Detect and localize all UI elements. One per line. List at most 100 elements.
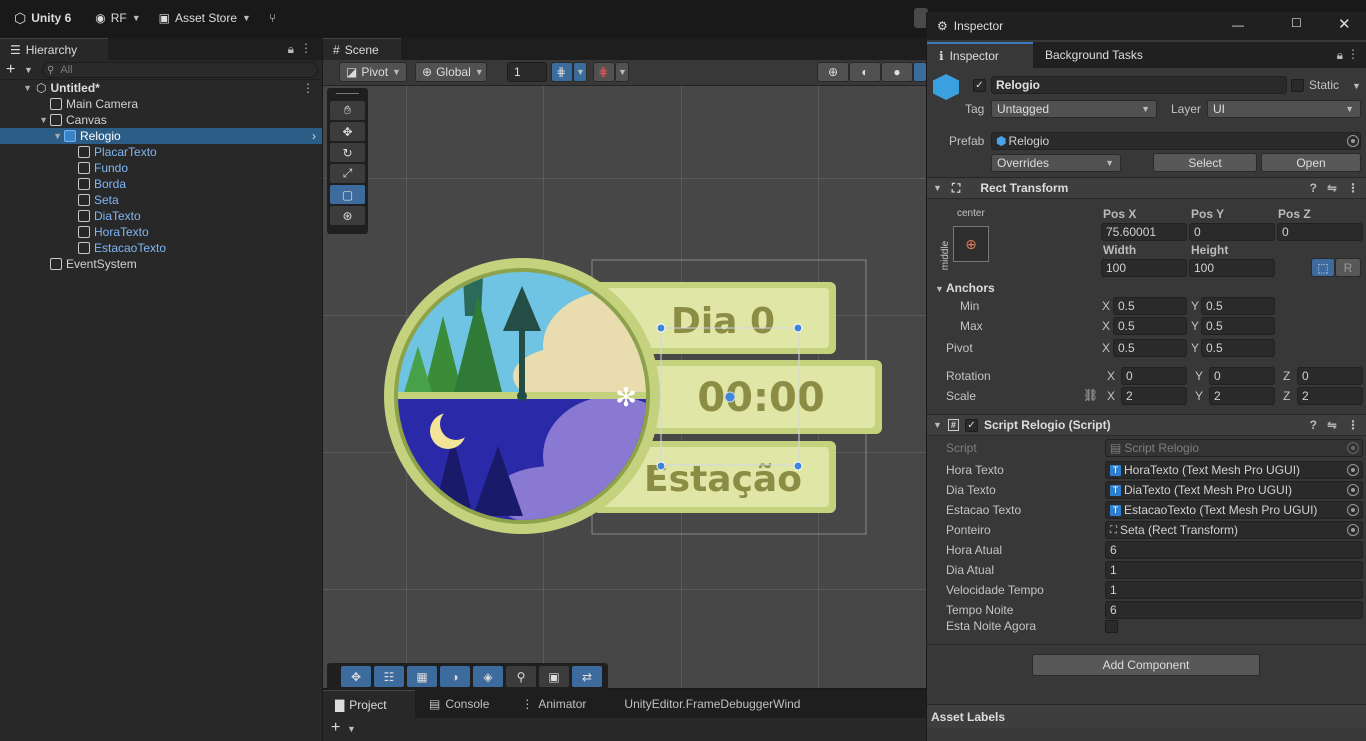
grid-snap-button[interactable]: ⋕ xyxy=(551,62,573,82)
height-field[interactable]: 100 xyxy=(1189,259,1275,277)
hierarchy-item[interactable]: Main Camera xyxy=(0,96,322,112)
gizmo-handle[interactable] xyxy=(793,323,803,333)
hierarchy-item[interactable]: HoraTexto xyxy=(0,224,322,240)
anchor-presets-button[interactable]: ⊕ xyxy=(953,226,989,262)
blueprint-mode-button[interactable]: ⬚ xyxy=(1311,258,1335,277)
maximize-icon[interactable]: ☐ xyxy=(1291,16,1302,30)
more-icon[interactable]: ⋮ xyxy=(302,81,314,95)
hand-tool-button[interactable]: ✋︎ xyxy=(330,101,365,120)
hierarchy-item[interactable]: ▼ Relogio › xyxy=(0,128,322,144)
search-overlay-button[interactable]: ⚲ xyxy=(506,666,536,687)
version-control-button[interactable]: ⑂ xyxy=(263,6,282,30)
help-icon[interactable]: ? xyxy=(1310,418,1317,432)
clock-graphic[interactable]: Dia 0 00:00 Estação ✻ xyxy=(323,86,926,688)
lock-icon[interactable]: 🔒︎ xyxy=(1337,48,1343,63)
object-name-field[interactable]: Relogio xyxy=(991,76,1287,94)
prefab-field[interactable]: ⬢ Relogio xyxy=(991,132,1361,150)
tab-project[interactable]: ▇ Project xyxy=(323,690,415,718)
field-value[interactable]: ⛶ Seta (Rect Transform) xyxy=(1105,521,1363,539)
field-value[interactable]: T DiaTexto (Text Mesh Pro UGUI) xyxy=(1105,481,1363,499)
hierarchy-item[interactable]: ▼ Canvas xyxy=(0,112,322,128)
add-icon[interactable]: + xyxy=(6,61,15,79)
rotation-y-field[interactable]: 0 xyxy=(1209,367,1275,385)
object-picker-icon[interactable] xyxy=(1347,484,1359,496)
layout-overlay-button[interactable]: ☷ xyxy=(374,666,404,687)
expand-triangle-icon[interactable]: ▼ xyxy=(935,284,944,294)
anchor-icon[interactable]: ✻ xyxy=(615,382,637,412)
tag-dropdown[interactable]: Untagged ▼ xyxy=(991,100,1157,118)
open-prefab-arrow-icon[interactable]: › xyxy=(312,129,316,143)
shading-mode-button[interactable]: ◐ xyxy=(849,62,881,82)
expand-triangle-icon[interactable]: ▼ xyxy=(0,115,50,125)
grid-size-field[interactable]: 1 xyxy=(507,62,547,82)
tab-animator[interactable]: ⋮ Animator xyxy=(499,690,597,718)
tab-inspector[interactable]: ℹ Inspector xyxy=(927,42,1033,68)
unity-menu[interactable]: ⬡ Unity 6 xyxy=(8,6,77,30)
link-icon[interactable]: ⛓ xyxy=(1083,388,1098,402)
hierarchy-item[interactable]: DiaTexto xyxy=(0,208,322,224)
tab-frame-debugger[interactable]: UnityEditor.FrameDebuggerWind xyxy=(596,690,811,718)
drag-handle-icon[interactable] xyxy=(336,93,359,99)
overrides-dropdown[interactable]: Overrides ▼ xyxy=(991,154,1121,172)
expand-triangle-icon[interactable]: ▼ xyxy=(0,83,36,93)
expand-triangle-icon[interactable]: ▼ xyxy=(933,183,942,193)
pos-y-field[interactable]: 0 xyxy=(1189,223,1275,241)
hierarchy-item[interactable]: PlacarTexto xyxy=(0,144,322,160)
asset-store-dropdown[interactable]: ▣ Asset Store ▼ xyxy=(153,6,257,30)
active-checkbox[interactable]: ✓ xyxy=(973,79,986,92)
scene-row[interactable]: ▼ ⬡ Untitled* ⋮ xyxy=(0,80,322,96)
close-icon[interactable]: ✕ xyxy=(1338,15,1351,33)
select-button[interactable]: Select xyxy=(1153,153,1257,172)
add-component-button[interactable]: Add Component xyxy=(1032,654,1260,676)
object-picker-icon[interactable] xyxy=(1347,135,1359,147)
gizmo-handle[interactable] xyxy=(793,461,803,471)
chevron-down-icon[interactable]: ▼ xyxy=(24,65,33,75)
anchor-max-x-field[interactable]: 0.5 xyxy=(1113,317,1187,335)
rotation-x-field[interactable]: 0 xyxy=(1121,367,1187,385)
static-checkbox[interactable] xyxy=(1291,79,1304,92)
script-enabled-checkbox[interactable]: ✓ xyxy=(964,418,978,432)
scale-tool-button[interactable]: ⤢ xyxy=(330,164,365,183)
field-value[interactable]: 6 xyxy=(1105,601,1363,619)
hierarchy-item[interactable]: EstacaoTexto xyxy=(0,240,322,256)
scale-z-field[interactable]: 2 xyxy=(1297,387,1363,405)
anchor-max-y-field[interactable]: 0.5 xyxy=(1201,317,1275,335)
pivot-dropdown[interactable]: ◪ Pivot ▼ xyxy=(339,62,407,82)
lock-icon[interactable]: 🔒︎ xyxy=(288,42,294,57)
increment-snap-button[interactable]: ⋕ xyxy=(593,62,615,82)
rotate-tool-button[interactable]: ↻ xyxy=(330,143,365,162)
object-picker-icon[interactable] xyxy=(1347,504,1359,516)
camera-overlay-button[interactable]: ▣ xyxy=(539,666,569,687)
tab-console[interactable]: ▤ Console xyxy=(415,690,500,718)
hierarchy-item[interactable]: EventSystem xyxy=(0,256,322,272)
tab-hierarchy[interactable]: ☰ Hierarchy xyxy=(0,38,108,60)
object-picker-icon[interactable] xyxy=(1347,524,1359,536)
more-icon[interactable]: ⋮ xyxy=(1347,181,1359,195)
transform-tool-button[interactable]: ⊛ xyxy=(330,206,365,225)
object-picker-icon[interactable] xyxy=(1347,464,1359,476)
gizmo-handle[interactable] xyxy=(656,323,666,333)
2d-toggle[interactable] xyxy=(913,62,927,82)
account-dropdown[interactable]: ◉ RF ▼ xyxy=(89,6,146,30)
anchor-min-x-field[interactable]: 0.5 xyxy=(1113,297,1187,315)
pivot-handle[interactable] xyxy=(724,391,736,403)
width-field[interactable]: 100 xyxy=(1101,259,1187,277)
field-value[interactable]: T HoraTexto (Text Mesh Pro UGUI) xyxy=(1105,461,1363,479)
tab-scene[interactable]: # Scene xyxy=(323,38,401,60)
expand-triangle-icon[interactable]: ▼ xyxy=(0,131,64,141)
shading-overlay-button[interactable]: ◑ xyxy=(440,666,470,687)
presets-icon[interactable]: ⇋ xyxy=(1327,418,1337,432)
layers-overlay-button[interactable]: ◈ xyxy=(473,666,503,687)
scale-x-field[interactable]: 2 xyxy=(1121,387,1187,405)
rotation-z-field[interactable]: 0 xyxy=(1297,367,1363,385)
minimize-icon[interactable]: — xyxy=(1232,18,1244,32)
presets-icon[interactable]: ⇋ xyxy=(1327,181,1337,195)
anchor-min-y-field[interactable]: 0.5 xyxy=(1201,297,1275,315)
esta-noite-agora-checkbox[interactable] xyxy=(1105,620,1118,633)
script-component-header[interactable]: ▼ # ✓ Script Relogio (Script) ? ⇋ ⋮ xyxy=(927,414,1366,436)
move-tool-button[interactable]: ✥ xyxy=(330,122,365,141)
field-value[interactable]: 1 xyxy=(1105,561,1363,579)
hierarchy-item[interactable]: Fundo xyxy=(0,160,322,176)
add-icon[interactable]: + xyxy=(331,719,340,737)
more-icon[interactable]: ⋮ xyxy=(1347,47,1359,61)
